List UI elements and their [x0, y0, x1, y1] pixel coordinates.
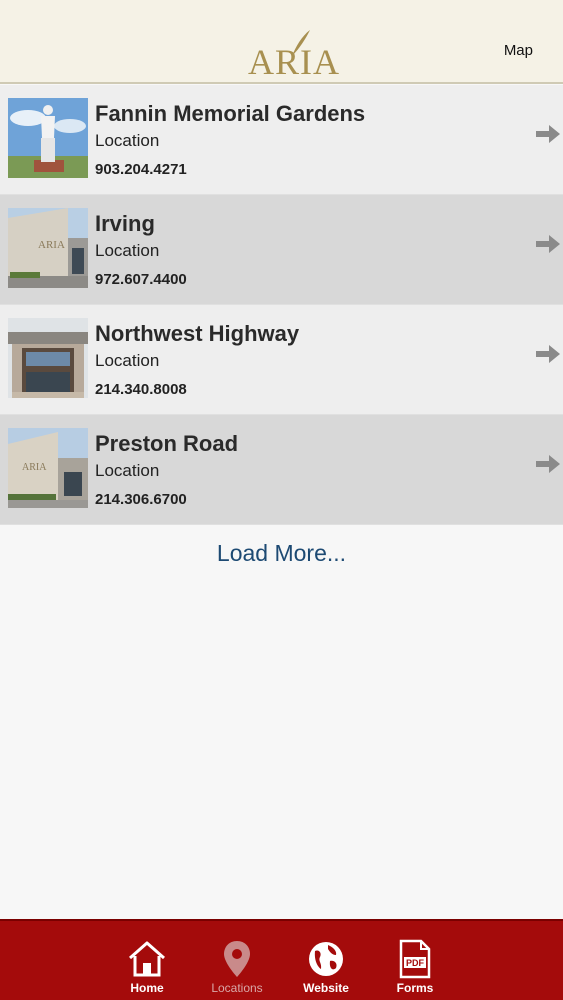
location-subtitle: Location — [95, 131, 160, 150]
location-title: Fannin Memorial Gardens — [95, 101, 366, 126]
location-row-irving[interactable]: ARIA Irving Location 972.607.4400 — [0, 195, 563, 305]
arrow-right-icon[interactable] — [535, 123, 561, 145]
map-button[interactable]: Map — [504, 42, 533, 59]
tab-locations[interactable]: Locations — [197, 921, 277, 1000]
tab-home[interactable]: Home — [107, 921, 187, 1000]
location-phone[interactable]: 903.204.4271 — [95, 161, 187, 178]
load-more-button[interactable]: Load More... — [0, 540, 563, 567]
tab-label: Website — [303, 981, 349, 995]
svg-text:ARIA: ARIA — [22, 462, 47, 473]
location-thumbnail: ARIA — [8, 208, 88, 288]
location-row-northwest-highway[interactable]: Northwest Highway Location 214.340.8008 — [0, 305, 563, 415]
location-row-preston-road[interactable]: ARIA Preston Road Location 214.306.6700 — [0, 415, 563, 525]
tab-website[interactable]: Website — [286, 921, 366, 1000]
globe-icon — [309, 942, 343, 976]
location-thumbnail — [8, 98, 88, 178]
arrow-right-icon[interactable] — [535, 233, 561, 255]
app-header: ARIA Map — [0, 0, 563, 84]
location-thumbnail — [8, 318, 88, 398]
tab-forms[interactable]: PDF Forms — [375, 921, 455, 1000]
location-phone[interactable]: 972.607.4400 — [95, 271, 187, 288]
location-subtitle: Location — [95, 241, 160, 260]
location-thumbnail: ARIA — [8, 428, 88, 508]
logo-text: ARIA — [248, 42, 340, 82]
arrow-right-icon[interactable] — [535, 453, 561, 475]
location-pin-icon — [224, 941, 250, 977]
pdf-icon: PDF — [399, 939, 431, 979]
location-list: Fannin Memorial Gardens Location 903.204… — [0, 85, 563, 525]
home-icon — [129, 941, 165, 977]
location-phone[interactable]: 214.306.6700 — [95, 491, 187, 508]
location-title: Preston Road — [95, 431, 239, 456]
bottom-tab-bar: Home Locations Website PDF Forms — [0, 919, 563, 1000]
tab-label: Home — [130, 981, 164, 995]
location-title: Northwest Highway — [95, 321, 300, 346]
location-subtitle: Location — [95, 461, 160, 480]
tab-label: Forms — [396, 981, 434, 995]
location-title: Irving — [95, 211, 155, 236]
location-row-fannin[interactable]: Fannin Memorial Gardens Location 903.204… — [0, 85, 563, 195]
aria-logo: ARIA — [248, 28, 340, 82]
arrow-right-icon[interactable] — [535, 343, 561, 365]
location-subtitle: Location — [95, 351, 160, 370]
svg-text:PDF: PDF — [406, 958, 425, 968]
location-phone[interactable]: 214.340.8008 — [95, 381, 187, 398]
tab-label: Locations — [211, 981, 263, 995]
svg-text:ARIA: ARIA — [38, 239, 65, 251]
